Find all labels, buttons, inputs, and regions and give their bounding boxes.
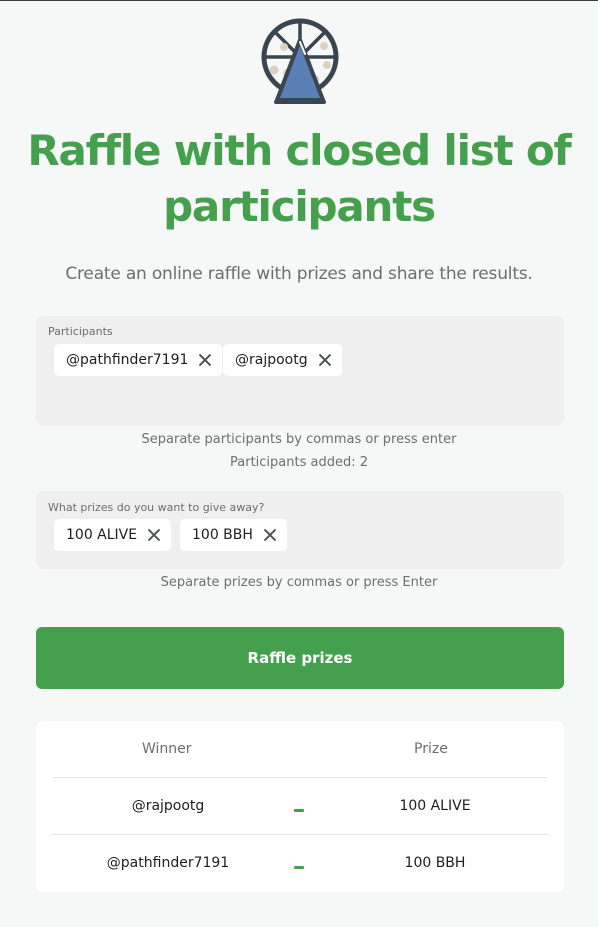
close-icon[interactable]: [147, 528, 161, 542]
close-icon[interactable]: [318, 353, 332, 367]
close-icon[interactable]: [263, 528, 277, 542]
participants-count: Participants added: 2: [230, 455, 368, 470]
divider: [52, 777, 548, 778]
page-subtitle: Create an online raffle with prizes and …: [65, 264, 533, 284]
prize-cell: 100 BBH: [404, 855, 466, 871]
prize-chip: 100 ALIVE: [54, 519, 172, 551]
prize-chip-label: 100 BBH: [192, 527, 253, 543]
divider: [52, 834, 548, 835]
ferris-wheel-icon: [261, 18, 339, 104]
winner-cell: @pathfinder7191: [106, 855, 230, 871]
prize-chip-label: 100 ALIVE: [66, 527, 138, 543]
prizes-label: What prizes do you want to give away?: [48, 501, 265, 514]
participant-chip-label: @pathfinder7191: [66, 352, 189, 368]
page-title: Raffle with closed list of participants: [27, 126, 571, 231]
prize-cell: 100 ALIVE: [399, 798, 471, 814]
prizes-input[interactable]: What prizes do you want to give away? 10…: [36, 491, 564, 569]
participants-input[interactable]: Participants @pathfinder7191 @rajpootg: [36, 316, 564, 426]
prize-header: Prize: [414, 741, 448, 757]
close-icon[interactable]: [198, 353, 212, 367]
winner-cell: @rajpootg: [131, 798, 205, 814]
prizes-hint: Separate prizes by commas or press Enter: [160, 575, 438, 590]
participant-chip-label: @rajpootg: [235, 352, 308, 368]
participants-label: Participants: [48, 325, 113, 338]
participants-hint: Separate participants by commas or press…: [141, 432, 457, 447]
participant-chip: @pathfinder7191: [54, 344, 223, 376]
winner-header: Winner: [142, 741, 192, 757]
raffle-prizes-button[interactable]: Raffle prizes: [36, 627, 564, 689]
participant-chip: @rajpootg: [223, 344, 342, 376]
prize-chip: 100 BBH: [180, 519, 287, 551]
results-table: Winner Prize @rajpootg 100 ALIVE @pathfi…: [36, 721, 564, 892]
